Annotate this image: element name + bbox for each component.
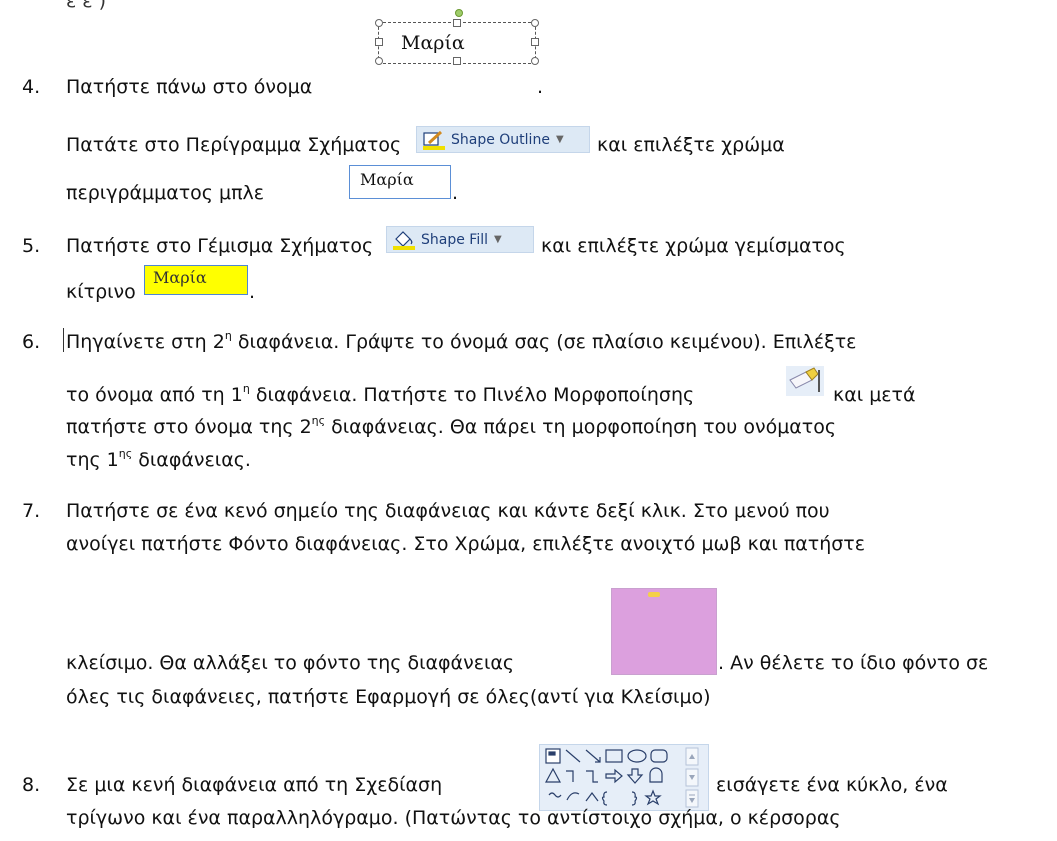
step5-line2-period: . (249, 281, 256, 303)
step4-number: 4. (22, 76, 41, 98)
step6-line4: της 1ης διαφάνειας. (66, 446, 251, 471)
purple-slide-preview (611, 588, 717, 675)
step7-number: 7. (22, 500, 41, 522)
step7-line2: ανοίγει πατήστε Φόντο διαφάνειας. Στο Χρ… (66, 533, 866, 555)
step4-line2-after: και επιλέξτε χρώμα (597, 134, 785, 156)
shape-outline-label: Shape Outline (451, 131, 550, 148)
name-textbox-selected[interactable]: Μαρία (375, 9, 539, 65)
step6-line2: το όνομα από τη 1η διαφάνεια. Πατήστε το… (66, 381, 695, 406)
step8-line1-b: εισάγετε ένα κύκλο, ένα (716, 774, 948, 796)
text-cursor (63, 328, 64, 352)
step4-line3-before: περιγράμματος μπλε (66, 182, 265, 204)
step7-line3-b: . Αν θέλετε το ίδιο φόντο σε (718, 652, 989, 674)
partial-top-text: ε ε ) (66, 0, 107, 12)
shapes-gallery[interactable] (539, 744, 709, 811)
step6-line3: πατήστε στο όνομα της 2ης διαφάνειας. Θα… (66, 413, 837, 438)
step5-after: και επιλέξτε χρώμα γεμίσματος (541, 235, 846, 257)
step5-before: Πατήστε στο Γέμισμα Σχήματος (66, 235, 374, 257)
step4-line2-before: Πατάτε στο Περίγραμμα Σχήματος (66, 134, 402, 156)
step4-text: Πατήστε πάνω στο όνομα (66, 76, 313, 98)
chevron-down-icon: ▼ (494, 234, 502, 245)
step7-line4: όλες τις διαφάνειες, πατήστε Εφαρμογή σε… (66, 686, 711, 708)
format-painter-icon[interactable] (786, 366, 824, 396)
shapes-gallery-icons (544, 747, 699, 808)
step5-number: 5. (22, 235, 41, 257)
shape-fill-button[interactable]: Shape Fill ▼ (386, 226, 534, 253)
step8-line2: τρίγωνο και ένα παραλληλόγραμο. (Πατώντα… (66, 807, 841, 829)
step4-line3-period: . (452, 182, 459, 204)
step8-line1-a: Σε μια κενή διαφάνεια από τη Σχεδίαση (66, 774, 443, 796)
paint-bucket-icon (393, 230, 415, 250)
yellow-fill-name-text: Μαρία (153, 268, 207, 287)
blue-outline-name-text: Μαρία (360, 170, 414, 189)
step7-line3-a: κλείσιμο. Θα αλλάξει το φόντο της διαφάν… (66, 652, 515, 674)
step4-period: . (537, 76, 544, 98)
shape-fill-label: Shape Fill (421, 231, 488, 248)
blue-outline-name-box: Μαρία (349, 165, 451, 199)
step6-line2-after: και μετά (833, 384, 916, 406)
step8-number: 8. (22, 774, 41, 796)
pencil-outline-icon (423, 130, 445, 150)
chevron-down-icon: ▼ (555, 134, 564, 145)
shape-outline-button[interactable]: Shape Outline ▼ (416, 126, 590, 153)
step7-line1: Πατήστε σε ένα κενό σημείο της διαφάνεια… (66, 500, 830, 522)
step6-number: 6. (22, 331, 41, 353)
name-textbox-text: Μαρία (401, 32, 465, 54)
step5-line2-before: κίτρινο (66, 281, 136, 303)
step6-line1: Πηγαίνετε στη 2η διαφάνεια. Γράψτε το όν… (66, 328, 857, 353)
title-placeholder-mark (648, 592, 660, 597)
yellow-fill-name-box: Μαρία (144, 265, 248, 295)
